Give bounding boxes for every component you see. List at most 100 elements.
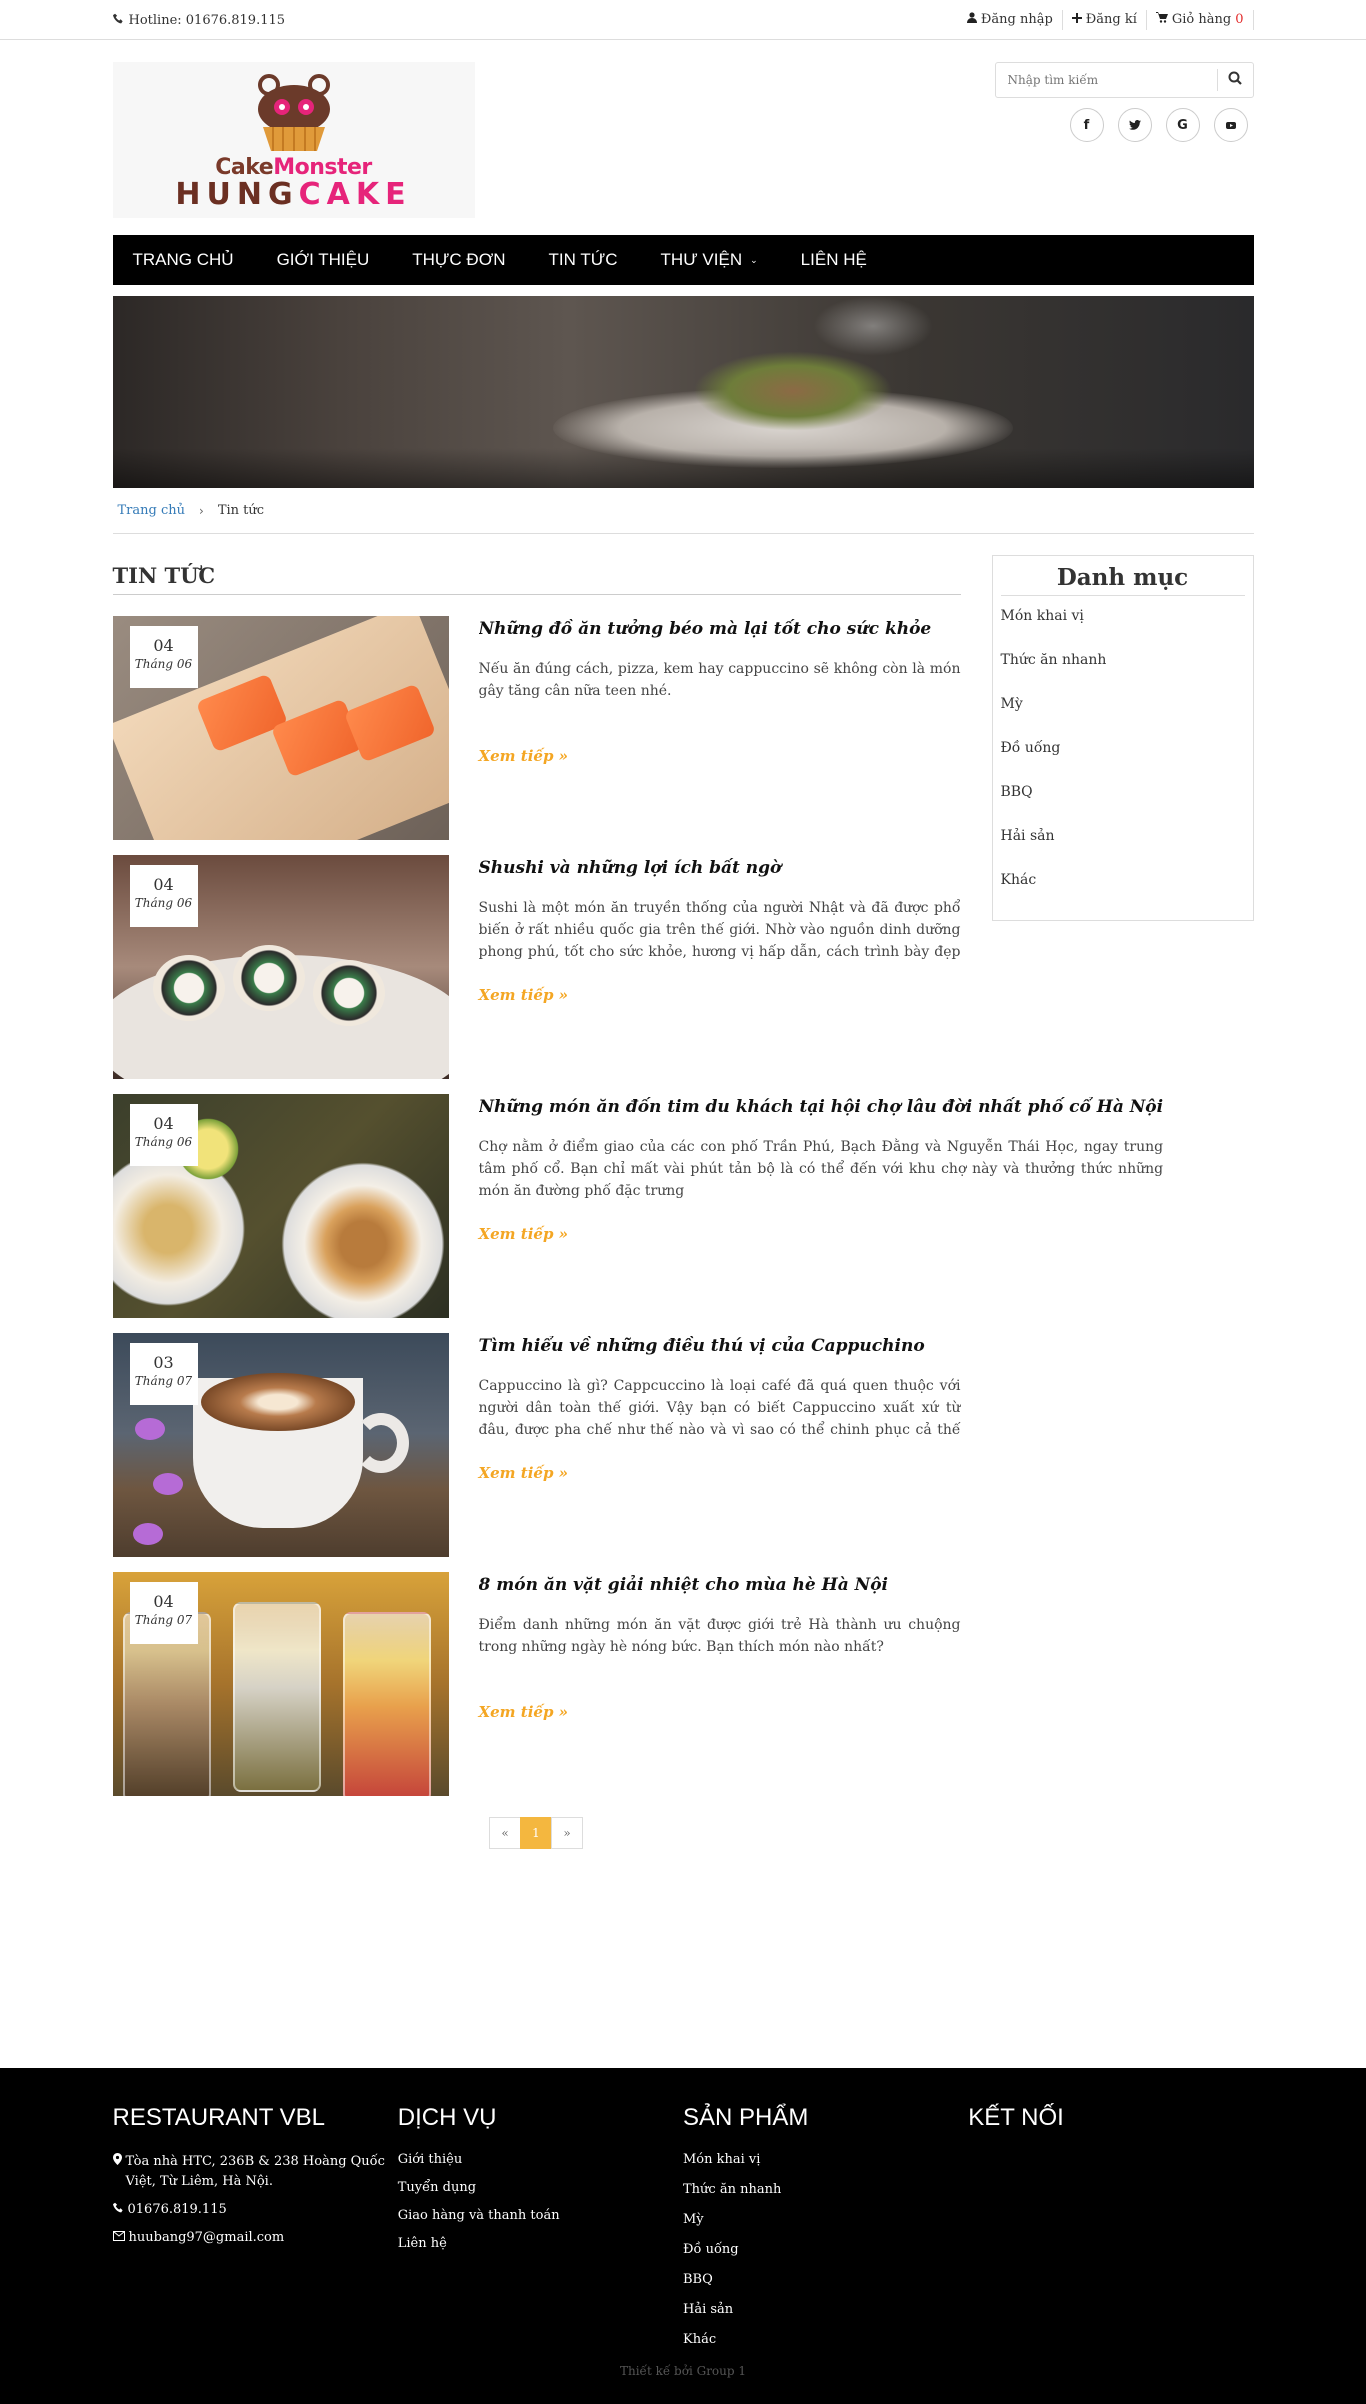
footer-title: DỊCH VỤ: [397, 2104, 497, 2131]
news-thumbnail[interactable]: 04 Tháng 06: [112, 1094, 449, 1318]
date-day: 04: [153, 875, 174, 894]
read-more-link[interactable]: Xem tiếp »: [479, 747, 569, 765]
social-links: f G: [1069, 108, 1248, 142]
cart-icon: [1155, 10, 1168, 30]
search-input[interactable]: [995, 63, 1217, 97]
breadcrumb-home[interactable]: Trang chủ: [118, 503, 186, 518]
news-item: 03 Tháng 07 Tìm hiểu về những điều thú v…: [112, 1333, 961, 1557]
footer-link[interactable]: Tuyển dụng: [398, 2180, 683, 2208]
date-badge: 04 Tháng 07: [129, 1582, 198, 1644]
date-day: 04: [153, 636, 174, 655]
chevron-right-icon: ›: [199, 503, 204, 518]
page-title: TIN TỨC: [112, 555, 961, 595]
nav-contact[interactable]: LIÊN HỆ: [801, 250, 867, 270]
footer-email-text[interactable]: huubang97@gmail.com: [129, 2228, 285, 2248]
footer-link[interactable]: Thức ăn nhanh: [683, 2182, 968, 2212]
footer-link[interactable]: Hải sản: [683, 2302, 968, 2332]
read-more-link[interactable]: Xem tiếp »: [479, 986, 569, 1004]
read-more-link[interactable]: Xem tiếp »: [479, 1464, 569, 1482]
footer-title: SẢN PHẨM: [683, 2104, 809, 2131]
footer-link[interactable]: Giao hàng và thanh toán: [398, 2208, 683, 2236]
pagination-prev[interactable]: «: [489, 1817, 521, 1849]
sidebar-item-seafood[interactable]: Hải sản: [1001, 828, 1245, 872]
nav-gallery[interactable]: THƯ VIỆN ⌄: [661, 250, 758, 270]
date-month: Tháng 06: [134, 657, 193, 671]
footer-link[interactable]: Giới thiệu: [398, 2152, 683, 2180]
footer-title: KẾT NỐI: [968, 2104, 1064, 2131]
footer-credit: Thiết kế bởi Group 1: [619, 2364, 747, 2378]
pagination: « 1 »: [113, 1817, 961, 1849]
nav-about[interactable]: GIỚI THIỆU: [277, 250, 370, 270]
facebook-icon[interactable]: f: [1069, 108, 1104, 142]
date-badge: 04 Tháng 06: [129, 1104, 198, 1166]
sidebar-item-noodles[interactable]: Mỳ: [1001, 696, 1245, 740]
logo-text-bottom: HUNGCAKE: [175, 176, 412, 212]
main-nav: TRANG CHỦ GIỚI THIỆU THỰC ĐƠN TIN TỨC TH…: [112, 235, 1254, 285]
plus-icon: [1071, 10, 1082, 30]
chevron-down-icon: ⌄: [750, 254, 758, 265]
footer-email: huubang97@gmail.com: [112, 2228, 398, 2248]
top-bar: Hotline: 01676.819.115 Đăng nhập Đăng kí…: [0, 0, 1366, 40]
news-thumbnail[interactable]: 04 Tháng 06: [112, 616, 449, 840]
sidebar-title: Danh mục: [1000, 556, 1245, 596]
sidebar-item-drinks[interactable]: Đồ uống: [1001, 740, 1245, 784]
news-thumbnail[interactable]: 04 Tháng 06: [112, 855, 449, 1079]
register-link[interactable]: Đăng kí: [1063, 10, 1147, 30]
pagination-page[interactable]: 1: [520, 1817, 552, 1849]
header: CakeMonster HUNGCAKE f G: [112, 40, 1254, 235]
news-thumbnail[interactable]: 03 Tháng 07: [112, 1333, 449, 1557]
date-badge: 04 Tháng 06: [129, 626, 198, 688]
youtube-icon[interactable]: [1213, 108, 1248, 142]
news-title[interactable]: Những đồ ăn tưởng béo mà lại tốt cho sức…: [479, 619, 961, 639]
site-logo[interactable]: CakeMonster HUNGCAKE: [112, 62, 475, 218]
date-month: Tháng 06: [134, 896, 193, 910]
date-month: Tháng 07: [134, 1613, 193, 1627]
nav-home[interactable]: TRANG CHỦ: [133, 250, 234, 270]
news-excerpt: Chợ nằm ở điểm giao của các con phố Trần…: [478, 1139, 1164, 1199]
twitter-icon[interactable]: [1117, 108, 1152, 142]
news-thumbnail[interactable]: 04 Tháng 07: [112, 1572, 449, 1796]
news-title[interactable]: Tìm hiểu về những điều thú vị của Cappuc…: [479, 1336, 961, 1356]
sidebar-item-appetizer[interactable]: Món khai vị: [1001, 608, 1245, 652]
footer-link[interactable]: Đồ uống: [683, 2242, 968, 2272]
footer-link[interactable]: Khác: [683, 2332, 968, 2362]
footer: RESTAURANT VBL Tòa nhà HTC, 236B & 238 H…: [0, 2068, 1366, 2404]
nav-menu[interactable]: THỰC ĐƠN: [412, 250, 505, 270]
news-title[interactable]: Những món ăn đốn tim du khách tại hội ch…: [479, 1097, 1164, 1117]
google-icon[interactable]: G: [1165, 108, 1200, 142]
footer-link[interactable]: Liên hệ: [398, 2236, 683, 2264]
news-title[interactable]: Shushi và những lợi ích bất ngờ: [479, 858, 961, 878]
date-badge: 04 Tháng 06: [129, 865, 198, 927]
pagination-next[interactable]: »: [551, 1817, 583, 1849]
sidebar-item-bbq[interactable]: BBQ: [1001, 784, 1245, 828]
read-more-link[interactable]: Xem tiếp »: [479, 1225, 569, 1243]
footer-col-products: SẢN PHẨM Món khai vị Thức ăn nhanh Mỳ Đồ…: [683, 2068, 968, 2362]
sidebar-item-other[interactable]: Khác: [1001, 872, 1245, 916]
search-button[interactable]: [1216, 69, 1253, 91]
footer-link[interactable]: Mỳ: [683, 2212, 968, 2242]
date-day: 04: [153, 1114, 174, 1133]
footer-col-restaurant: RESTAURANT VBL Tòa nhà HTC, 236B & 238 H…: [112, 2068, 398, 2362]
news-content: TIN TỨC 04 Tháng 06 Những đồ ăn tưởng bé…: [112, 555, 1163, 1849]
sidebar-item-fast-food[interactable]: Thức ăn nhanh: [1001, 652, 1245, 696]
cart-link[interactable]: Giỏ hàng 0: [1147, 10, 1254, 30]
news-title[interactable]: 8 món ăn vặt giải nhiệt cho mùa hè Hà Nộ…: [479, 1575, 961, 1595]
breadcrumb: Trang chủ › Tin tức: [112, 488, 1254, 534]
news-item: 04 Tháng 07 8 món ăn vặt giải nhiệt cho …: [112, 1572, 961, 1796]
cart-count: 0: [1235, 12, 1244, 27]
footer-col-services: DỊCH VỤ Giới thiệu Tuyển dụng Giao hàng …: [398, 2068, 683, 2362]
login-link[interactable]: Đăng nhập: [958, 10, 1063, 30]
footer-link[interactable]: Món khai vị: [683, 2152, 968, 2182]
read-more-link[interactable]: Xem tiếp »: [479, 1703, 569, 1721]
search-box: [994, 62, 1254, 98]
date-day: 03: [153, 1353, 174, 1372]
envelope-icon: [112, 2228, 125, 2248]
cart-label: Giỏ hàng: [1171, 12, 1232, 27]
nav-news[interactable]: TIN TỨC: [549, 250, 618, 270]
date-month: Tháng 06: [134, 1135, 193, 1149]
date-badge: 03 Tháng 07: [129, 1343, 198, 1405]
news-item: 04 Tháng 06 Những đồ ăn tưởng béo mà lại…: [112, 616, 961, 840]
news-excerpt: Nếu ăn đúng cách, pizza, kem hay cappucc…: [478, 661, 961, 699]
footer-link[interactable]: BBQ: [683, 2272, 968, 2302]
search-icon: [1228, 71, 1242, 89]
